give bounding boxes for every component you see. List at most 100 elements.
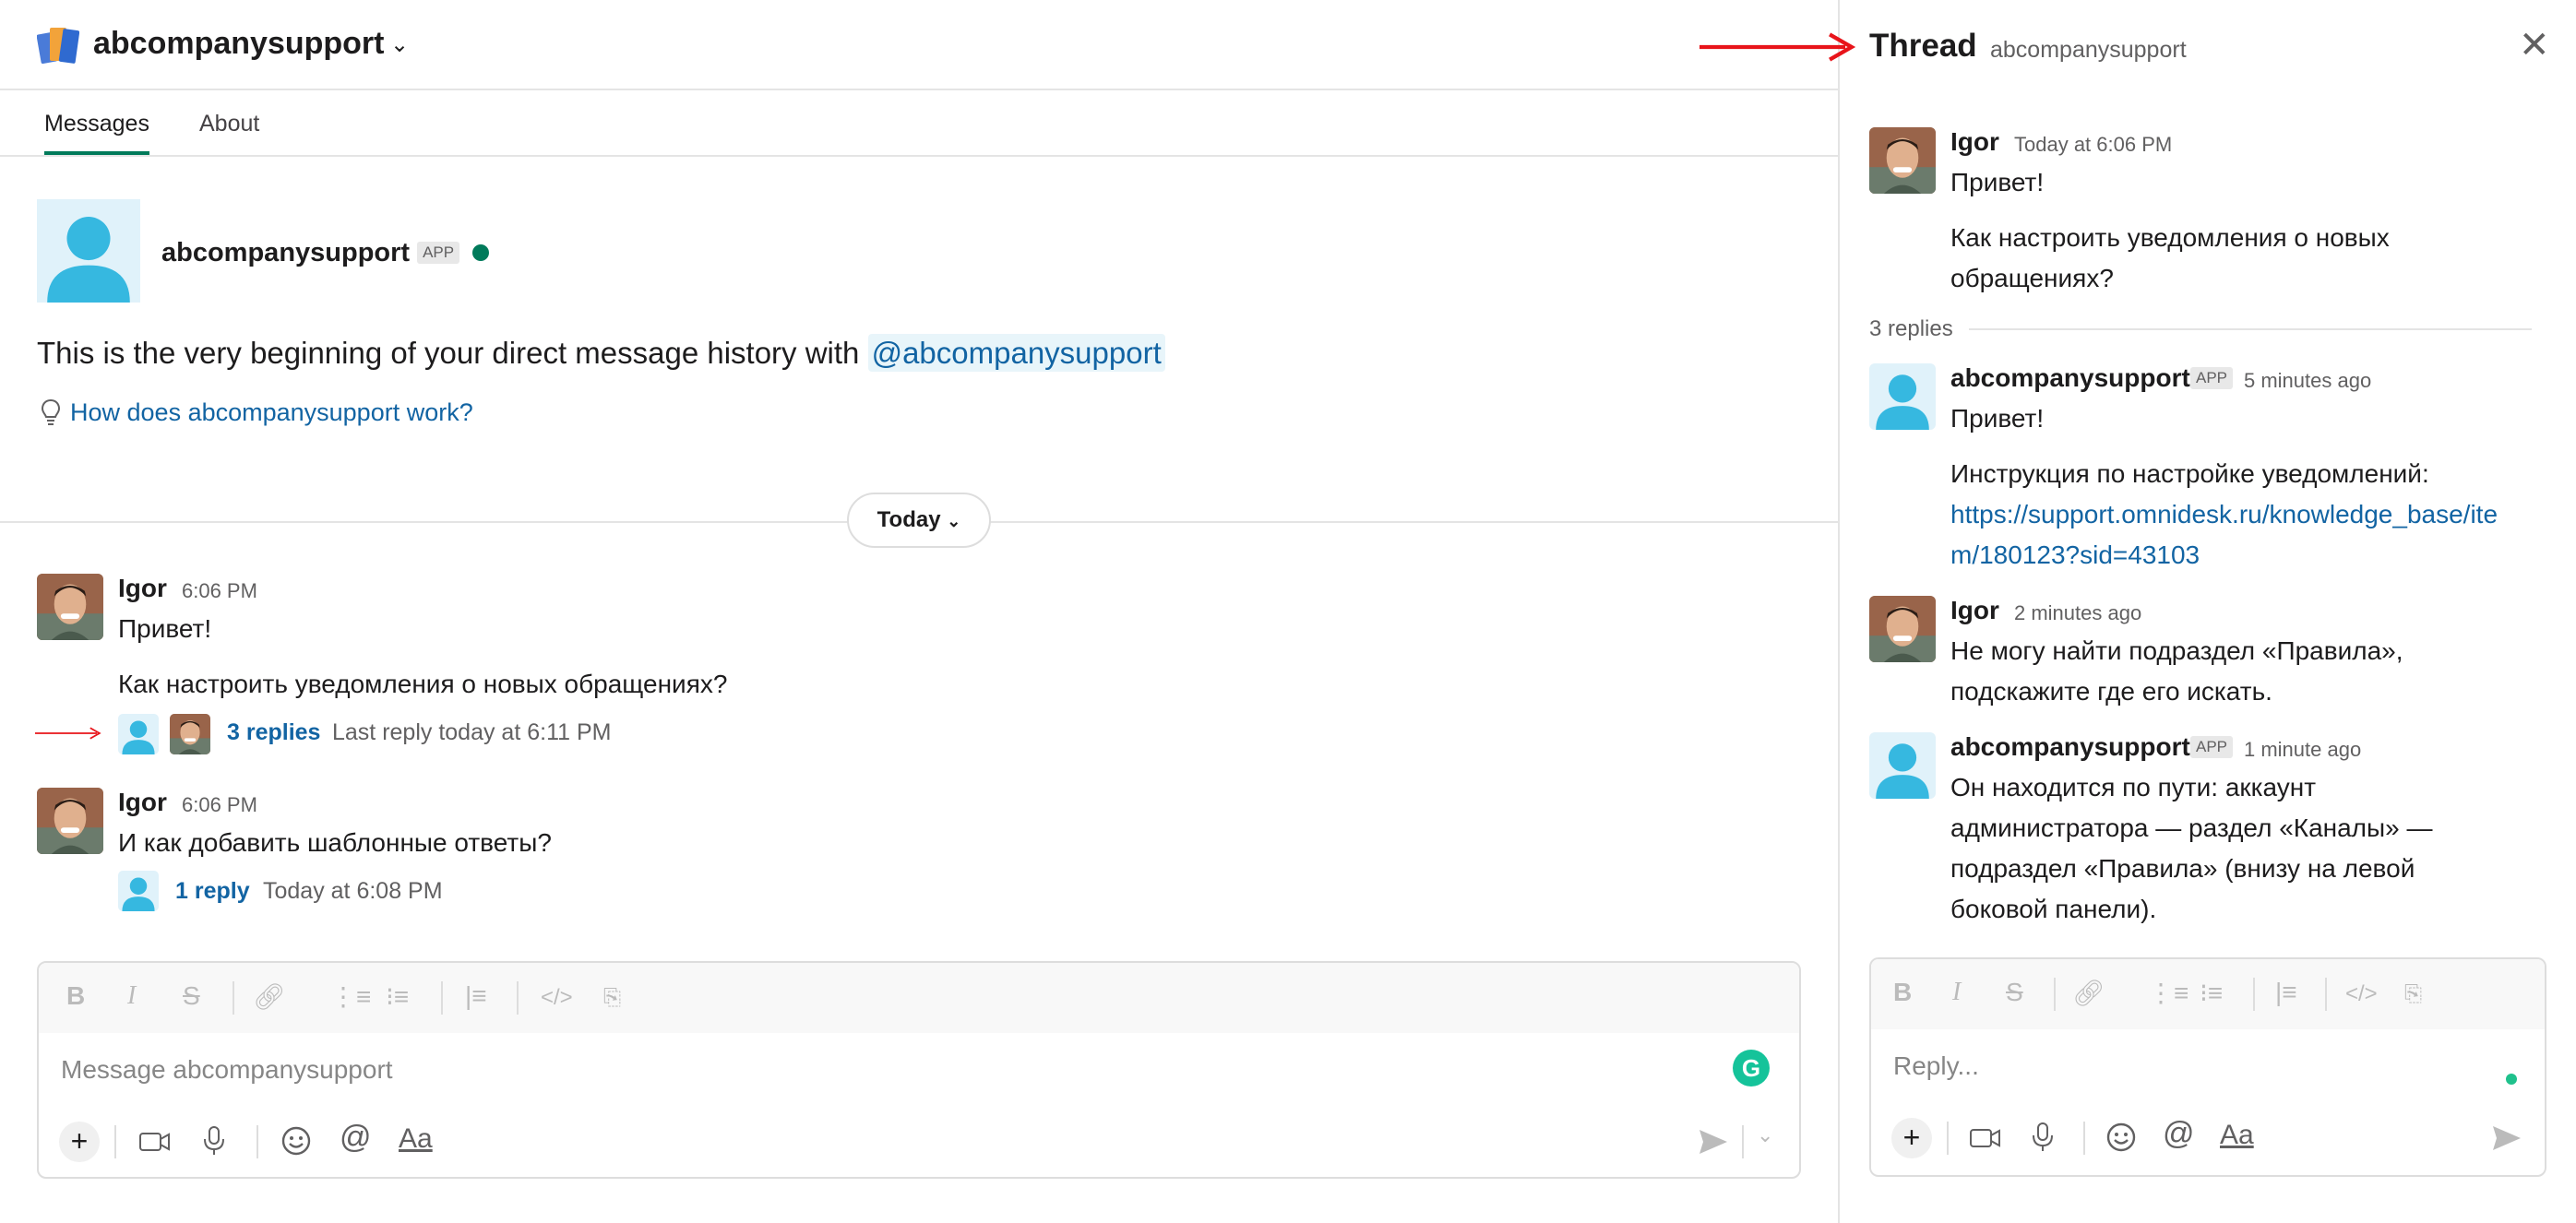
italic-icon[interactable]: I xyxy=(1952,978,1961,1007)
format-icon[interactable]: Aa xyxy=(399,1123,433,1155)
avatar[interactable] xyxy=(1869,596,1936,662)
video-icon[interactable] xyxy=(1969,1123,2002,1153)
link-icon[interactable]: 🔗︎ xyxy=(253,981,286,1012)
ordered-list-icon[interactable]: ⋮≡ xyxy=(330,981,371,1012)
thread-replies-link[interactable]: 3 replies xyxy=(227,719,320,746)
avatar[interactable] xyxy=(37,574,103,640)
message-text: Как настроить уведомления о новых обраще… xyxy=(118,670,728,698)
toolbar-separator xyxy=(114,1125,116,1158)
chevron-down-icon: ⌄ xyxy=(947,512,961,530)
message-time[interactable]: 5 minutes ago xyxy=(2244,369,2371,393)
channel-tabs: Messages About xyxy=(0,90,1838,157)
intro-text: This is the very beginning of your direc… xyxy=(37,334,1165,372)
blockquote-icon[interactable]: |≡ xyxy=(2275,978,2297,1007)
channel-header: abcompanysupport ⌄ xyxy=(0,0,1838,90)
message-author[interactable]: abcompanysupport xyxy=(1950,363,2190,393)
italic-icon[interactable]: I xyxy=(127,981,136,1011)
link-icon[interactable]: 🔗︎ xyxy=(2072,978,2105,1008)
intro-app-name-text[interactable]: abcompanysupport xyxy=(161,238,410,267)
message-text: Инструкция по настройке уведомлений: xyxy=(1950,459,2429,488)
thread-subtitle[interactable]: abcompanysupport xyxy=(1990,37,2187,64)
message-author[interactable]: abcompanysupport xyxy=(1950,732,2190,762)
message-author[interactable]: Igor xyxy=(1950,596,1999,625)
message-time[interactable]: 6:06 PM xyxy=(182,793,257,817)
knowledge-base-link[interactable]: https://support.omnidesk.ru/knowledge_ba… xyxy=(1950,494,2498,535)
send-icon[interactable] xyxy=(1698,1127,1729,1157)
workspace-logo-icon xyxy=(37,28,79,65)
message-text: Привет! xyxy=(1950,404,2045,433)
avatar xyxy=(170,714,210,754)
close-icon[interactable]: ✕ xyxy=(2519,24,2550,66)
toolbar-separator xyxy=(2325,978,2327,1011)
lightbulb-icon xyxy=(41,398,61,425)
message-author[interactable]: Igor xyxy=(118,788,167,817)
plus-icon[interactable]: + xyxy=(1891,1118,1932,1158)
toolbar-separator xyxy=(517,981,519,1015)
message-text: обращениях? xyxy=(1950,264,2114,292)
message-text: Он находится по пути: аккаунт xyxy=(1950,773,2317,801)
avatar[interactable] xyxy=(1869,127,1936,194)
thread-replies-link[interactable]: 1 reply xyxy=(175,878,250,905)
send-icon[interactable] xyxy=(2491,1123,2522,1153)
message-time[interactable]: 2 minutes ago xyxy=(2014,601,2141,625)
message-time[interactable]: 1 minute ago xyxy=(2244,738,2361,762)
how-it-works-link[interactable]: How does abcompanysupport work? xyxy=(39,398,473,427)
emoji-icon[interactable] xyxy=(2105,1122,2137,1153)
chevron-down-icon[interactable]: ⌄ xyxy=(1757,1123,1773,1147)
thread-last-reply: Last reply today at 6:11 PM xyxy=(332,719,612,745)
app-badge: APP xyxy=(2190,367,2234,389)
strike-icon[interactable]: S xyxy=(183,981,200,1011)
how-it-works-text[interactable]: How does abcompanysupport work? xyxy=(70,398,473,426)
plus-icon[interactable]: + xyxy=(59,1122,100,1162)
message-text: подраздел «Правила» (внизу на левой xyxy=(1950,854,2415,883)
day-divider-button[interactable]: Today ⌄ xyxy=(847,493,991,548)
bold-icon[interactable]: B xyxy=(1893,978,1912,1007)
format-icon[interactable]: Aa xyxy=(2220,1120,2254,1151)
emoji-icon[interactable] xyxy=(280,1125,312,1157)
message-author[interactable]: Igor xyxy=(1950,127,1999,157)
avatar[interactable] xyxy=(1869,732,1936,799)
mention-icon[interactable]: @ xyxy=(340,1120,372,1156)
bullet-list-icon[interactable]: ⁝≡ xyxy=(386,981,409,1012)
bullet-list-icon[interactable]: ⁝≡ xyxy=(2200,978,2223,1008)
toolbar-separator xyxy=(233,981,234,1015)
code-icon[interactable]: </> xyxy=(2345,981,2378,1007)
mention-icon[interactable]: @ xyxy=(2163,1116,2195,1152)
code-icon[interactable]: </> xyxy=(541,985,573,1011)
knowledge-base-link[interactable]: m/180123?sid=43103 xyxy=(1950,535,2200,576)
toolbar-separator xyxy=(1947,1122,1949,1155)
mic-icon[interactable] xyxy=(201,1125,227,1157)
grammarly-icon[interactable] xyxy=(2506,1074,2517,1085)
message-input[interactable]: Message abcompanysupport xyxy=(61,1055,393,1085)
message-author[interactable]: Igor xyxy=(118,574,167,603)
code-block-icon[interactable]: ⎘ xyxy=(2404,981,2422,1007)
ordered-list-icon[interactable]: ⋮≡ xyxy=(2148,978,2188,1008)
message-text: Не могу найти подраздел «Правила», xyxy=(1950,636,2403,665)
avatar[interactable] xyxy=(37,788,103,854)
blockquote-icon[interactable]: |≡ xyxy=(465,981,487,1011)
day-divider-label[interactable]: Today xyxy=(877,507,941,532)
message-time[interactable]: 6:06 PM xyxy=(182,579,257,603)
grammarly-icon[interactable]: G xyxy=(1733,1050,1770,1086)
formatting-toolbar: B I S 🔗︎ ⋮≡ ⁝≡ |≡ </> ⎘ xyxy=(1871,959,2545,1029)
video-icon[interactable] xyxy=(138,1127,172,1157)
message-text: Как настроить уведомления о новых xyxy=(1950,223,2390,252)
thread-title: Thread xyxy=(1869,28,1977,64)
tab-messages[interactable]: Messages xyxy=(44,111,149,155)
message-time[interactable]: Today at 6:06 PM xyxy=(2014,133,2172,157)
code-block-icon[interactable]: ⎘ xyxy=(603,985,621,1011)
mention-link[interactable]: @abcompanysupport xyxy=(867,334,1165,372)
intro-app-name[interactable]: abcompanysupport APP xyxy=(161,238,460,268)
tab-about[interactable]: About xyxy=(199,111,259,137)
avatar[interactable] xyxy=(1869,363,1936,430)
strike-icon[interactable]: S xyxy=(2006,978,2023,1007)
toolbar-separator xyxy=(2253,978,2255,1011)
reply-input[interactable]: Reply... xyxy=(1893,1051,1979,1081)
formatting-toolbar: B I S 🔗︎ ⋮≡ ⁝≡ |≡ </> ⎘ xyxy=(39,963,1799,1033)
app-avatar[interactable] xyxy=(37,199,140,303)
mic-icon[interactable] xyxy=(2030,1122,2056,1153)
chevron-down-icon[interactable]: ⌄ xyxy=(390,31,409,58)
bold-icon[interactable]: B xyxy=(66,981,85,1011)
reply-composer: B I S 🔗︎ ⋮≡ ⁝≡ |≡ </> ⎘ Reply... + @ Aa xyxy=(1869,957,2546,1177)
workspace-name[interactable]: abcompanysupport xyxy=(93,26,384,62)
